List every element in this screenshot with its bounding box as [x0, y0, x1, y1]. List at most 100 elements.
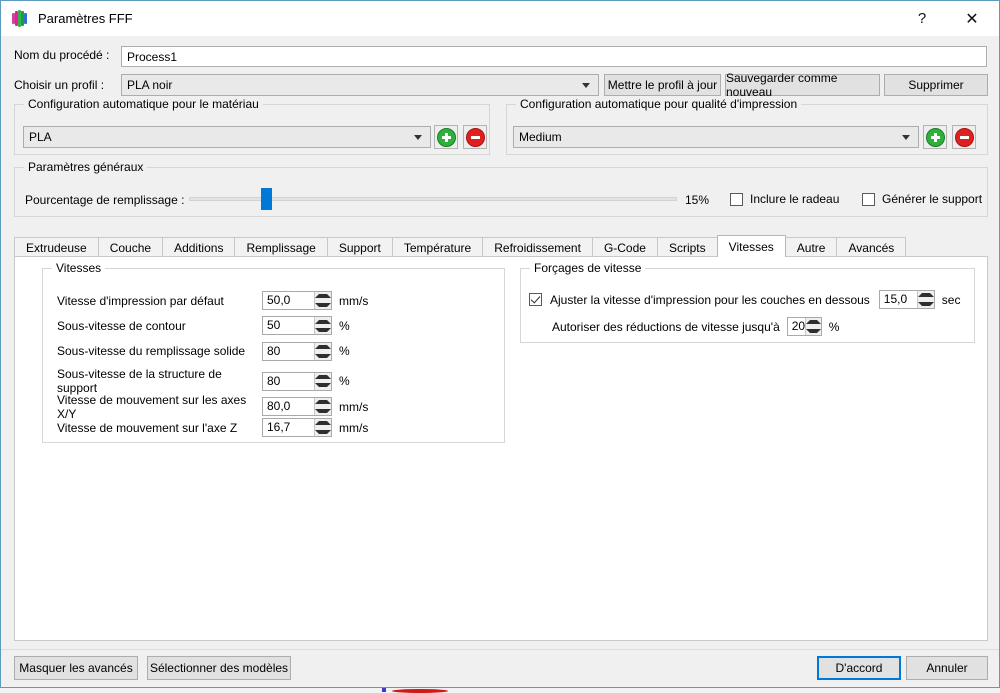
help-icon[interactable]: ?	[899, 1, 945, 36]
stepper-down-icon[interactable]	[315, 326, 331, 335]
process-name-label: Nom du procédé :	[14, 48, 110, 62]
tab-avanc-s[interactable]: Avancés	[836, 237, 907, 257]
process-name-input[interactable]: Process1	[121, 46, 987, 67]
tab-remplissage[interactable]: Remplissage	[234, 237, 328, 257]
speed-row-stepper[interactable]	[314, 292, 331, 309]
speed-row-label: Vitesse de mouvement sur les axes X/Y	[57, 392, 247, 421]
stepper-up-icon[interactable]	[315, 373, 331, 382]
material-select[interactable]: PLA	[23, 126, 431, 148]
stepper-up-icon[interactable]	[315, 292, 331, 301]
stepper-up-icon[interactable]	[315, 398, 331, 407]
speed-row-spinner[interactable]: 50,0	[262, 291, 332, 310]
stepper-up-icon[interactable]	[917, 291, 934, 300]
stepper-down-icon[interactable]	[806, 327, 821, 336]
quality-select[interactable]: Medium	[513, 126, 919, 148]
remove-quality-button[interactable]	[952, 125, 976, 149]
raft-checkbox-row[interactable]: Inclure le radeau	[730, 192, 839, 206]
profile-select-value: PLA noir	[127, 78, 173, 92]
delete-profile-button[interactable]: Supprimer	[884, 74, 988, 96]
tab-label: Extrudeuse	[26, 240, 87, 255]
settings-tabs[interactable]: Extrudeuse Couche Additions Remplissage Supp…	[14, 235, 907, 257]
speeds-group-caption: Vitesses	[52, 261, 106, 275]
stepper-up-icon[interactable]	[315, 419, 331, 428]
tab-refroidissement[interactable]: Refroidissement	[482, 237, 593, 257]
speed-row-spinner[interactable]: 50	[262, 316, 332, 336]
hide-advanced-button[interactable]: Masquer les avancés	[14, 656, 138, 680]
speed-row-spinner[interactable]: 80,0	[262, 397, 332, 417]
tab-label: Scripts	[668, 240, 706, 255]
adjust-speed-spinner[interactable]: 15,0	[878, 290, 935, 309]
save-as-new-button[interactable]: Sauvegarder comme nouveau	[725, 71, 880, 99]
tab-label: Additions	[174, 240, 224, 255]
speed-row-stepper[interactable]	[314, 342, 331, 360]
tab-support[interactable]: Support	[326, 237, 393, 257]
adjust-speed-row[interactable]: Ajuster la vitesse d'impression pour les…	[529, 290, 960, 309]
tab-temp-rature[interactable]: Température	[391, 237, 484, 257]
speed-row-value: 16,7	[267, 420, 291, 434]
adjust-speed-checkbox[interactable]	[529, 293, 542, 306]
tab-couche[interactable]: Couche	[97, 237, 164, 257]
support-checkbox-row[interactable]: Générer le support	[862, 192, 982, 206]
speed-row-spinner[interactable]: 16,7	[262, 418, 332, 437]
tab-extrudeuse[interactable]: Extrudeuse	[14, 237, 99, 257]
adjust-speed-stepper[interactable]	[916, 291, 934, 309]
stepper-down-icon[interactable]	[917, 300, 934, 309]
tab-vitesses[interactable]: Vitesses	[716, 235, 786, 257]
stepper-down-icon[interactable]	[315, 407, 331, 416]
stepper-down-icon[interactable]	[315, 381, 331, 390]
chevron-down-icon	[582, 83, 590, 88]
tab-label: Autre	[796, 240, 826, 255]
ok-button[interactable]: D'accord	[817, 656, 901, 680]
support-checkbox-label: Générer le support	[882, 192, 983, 206]
tab-autre[interactable]: Autre	[784, 237, 838, 257]
stepper-up-icon[interactable]	[806, 318, 821, 327]
add-quality-button[interactable]	[923, 125, 947, 149]
stepper-down-icon[interactable]	[315, 428, 331, 437]
speed-row-stepper[interactable]	[314, 372, 331, 390]
reduction-stepper[interactable]	[805, 318, 821, 335]
raft-checkbox[interactable]	[730, 192, 743, 206]
stepper-up-icon[interactable]	[315, 317, 331, 326]
reduction-value: 20	[791, 319, 806, 333]
general-params-group: Paramètres généraux	[14, 160, 988, 217]
tab-label: Support	[338, 240, 381, 255]
cancel-button[interactable]: Annuler	[906, 656, 988, 680]
tab-additions[interactable]: Additions	[162, 237, 236, 257]
tab-g-code[interactable]: G-Code	[591, 237, 658, 257]
support-checkbox[interactable]	[862, 192, 875, 206]
profile-select[interactable]: PLA noir	[121, 74, 599, 96]
speed-row-label: Vitesse d'impression par défaut	[57, 293, 224, 308]
window-controls: ? ✕	[899, 1, 999, 36]
tab-label: Remplissage	[246, 240, 316, 255]
quality-select-value: Medium	[519, 130, 562, 144]
speed-row-stepper[interactable]	[314, 419, 331, 436]
update-profile-button[interactable]: Mettre le profil à jour	[604, 74, 721, 96]
speed-row-unit: mm/s	[339, 399, 369, 414]
tab-scripts[interactable]: Scripts	[656, 237, 718, 257]
speed-row: Vitesse de mouvement sur les axes X/Y 80,…	[57, 393, 368, 421]
quality-group-caption: Configuration automatique pour qualité d…	[516, 97, 802, 111]
speed-row-unit: %	[339, 374, 350, 389]
infill-label: Pourcentage de remplissage :	[25, 193, 185, 207]
add-icon	[925, 127, 945, 147]
speed-row: Vitesse de mouvement sur l'axe Z 16,7 mm/s	[57, 418, 368, 437]
speed-row: Vitesse d'impression par défaut 50,0 mm/s	[57, 291, 368, 310]
infill-value-wrap: 15%	[685, 193, 709, 207]
speed-row-unit: mm/s	[339, 293, 369, 308]
add-material-button[interactable]	[434, 125, 458, 149]
speed-row-spinner[interactable]: 80	[262, 371, 332, 391]
add-icon	[436, 127, 456, 147]
close-icon[interactable]: ✕	[945, 1, 999, 36]
tab-label: G-Code	[603, 240, 646, 255]
speed-row-stepper[interactable]	[314, 398, 331, 416]
stepper-down-icon[interactable]	[315, 351, 331, 360]
infill-slider-handle[interactable]	[260, 188, 272, 210]
select-models-button[interactable]: Sélectionner des modèles	[147, 656, 291, 680]
speed-row-stepper[interactable]	[314, 317, 331, 335]
stepper-down-icon[interactable]	[315, 301, 331, 310]
stepper-up-icon[interactable]	[315, 343, 331, 352]
speed-row-spinner[interactable]: 80	[262, 341, 332, 361]
reduction-spinner[interactable]: 20	[786, 317, 822, 336]
remove-icon	[954, 127, 974, 147]
remove-material-button[interactable]	[463, 125, 487, 149]
